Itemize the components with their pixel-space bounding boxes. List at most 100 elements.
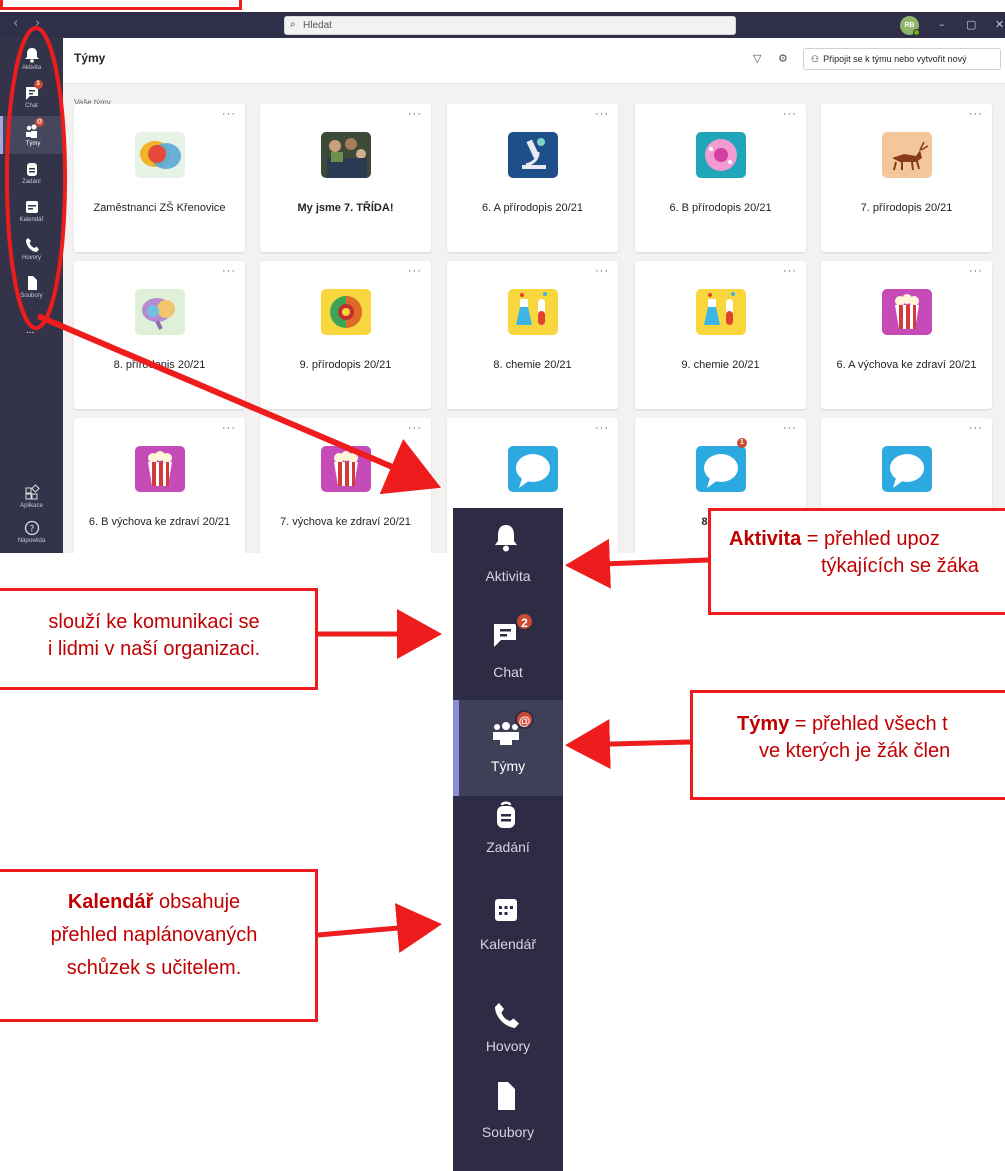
team-card[interactable]: ··· 7. výchova ke zdraví 20/21 xyxy=(260,418,431,553)
more-options-icon[interactable]: ··· xyxy=(969,422,983,434)
bell-icon xyxy=(22,46,42,64)
more-options-icon[interactable]: ··· xyxy=(222,265,236,277)
app-rail: Aktivita 3 Chat @ Týmy Zadání Kalendář H… xyxy=(0,38,63,553)
rail-item-chat[interactable]: 3 Chat xyxy=(0,78,63,116)
popcorn-icon xyxy=(135,446,185,492)
forward-arrow-icon[interactable]: › xyxy=(35,16,40,31)
minimize-button[interactable]: – xyxy=(939,18,945,31)
speech-bubble-icon xyxy=(696,446,746,492)
callout-chat-line2: i lidmi v naší organizaci. xyxy=(47,638,261,660)
search-input[interactable]: ⌕ Hledat xyxy=(284,16,736,35)
team-card[interactable]: ··· 7. přírodopis 20/21 xyxy=(821,104,992,252)
more-options-icon[interactable]: ··· xyxy=(595,265,609,277)
team-card[interactable]: ··· 9. chemie 20/21 xyxy=(635,261,806,409)
callout-tymy-line2: ve kterých je žák člen xyxy=(759,740,951,762)
more-options-icon[interactable]: ··· xyxy=(783,265,797,277)
zoom-item-soubory[interactable]: Soubory xyxy=(453,1070,563,1166)
brain-icon xyxy=(135,289,185,335)
back-arrow-icon[interactable]: ‹ xyxy=(13,16,18,31)
callout-kalendar-bold: Kalendář xyxy=(67,891,154,913)
chat-icon: 3 xyxy=(22,80,43,102)
callout-kalendar: Kalendář obsahuje přehled naplánovaných … xyxy=(0,869,318,1022)
more-options-icon[interactable]: ··· xyxy=(408,108,422,120)
status-dot xyxy=(913,29,920,36)
cave-painting-icon xyxy=(882,132,932,178)
team-card[interactable]: ··· Zaměstnanci ZŠ Křenovice xyxy=(74,104,245,252)
more-options-icon[interactable]: ··· xyxy=(969,108,983,120)
rail-label: Kalendář xyxy=(19,217,44,223)
team-card[interactable]: ··· My jsme 7. TŘÍDA! xyxy=(260,104,431,252)
rail-item-aktivita[interactable]: Aktivita xyxy=(0,40,63,78)
more-options-icon[interactable]: ··· xyxy=(222,422,236,434)
callout-aktivita-text: = přehled upoz xyxy=(801,528,940,550)
speech-bubble-icon xyxy=(882,446,932,492)
rail-label: Hovory xyxy=(21,255,41,261)
rail-item-zadani[interactable]: Zadání xyxy=(0,154,63,192)
maximize-button[interactable]: ▢ xyxy=(966,18,976,31)
speech-bubbles-icon xyxy=(135,132,185,178)
zoom-item-kalendar[interactable]: Kalendář xyxy=(453,892,563,988)
rail-label: Nápověda xyxy=(17,538,46,544)
more-options-icon[interactable]: ··· xyxy=(783,422,797,434)
calendar-icon xyxy=(22,198,42,216)
annotation-frame-top xyxy=(0,0,242,10)
arrow-tymy xyxy=(565,719,691,770)
callout-kalendar-text: obsahuje xyxy=(153,891,241,913)
callout-aktivita-bold: Aktivita xyxy=(729,528,802,550)
more-options-icon[interactable]: ··· xyxy=(595,422,609,434)
rail-item-aplikace[interactable]: Aplikace xyxy=(0,478,63,516)
callout-kalendar-line2: přehled naplánovaných xyxy=(50,924,258,946)
zoom-item-tymy[interactable]: @ Týmy xyxy=(453,700,563,796)
title-bar: ‹ › ⌕ Hledat RB – ▢ ✕ xyxy=(0,12,1005,38)
rail-item-tymy[interactable]: @ Týmy xyxy=(0,116,63,154)
svg-text:?: ? xyxy=(29,525,34,535)
backpack-icon xyxy=(497,801,515,828)
rail-item-napoveda[interactable]: ? Nápověda xyxy=(0,513,63,551)
join-or-create-team-button[interactable]: ⚇ Připojit se k týmu nebo vytvořit nový xyxy=(803,48,1001,70)
more-options-icon[interactable]: ··· xyxy=(408,422,422,434)
file-icon xyxy=(498,1082,515,1110)
team-name: Zaměstnanci ZŠ Křenovice xyxy=(93,202,226,214)
more-options-icon[interactable]: ··· xyxy=(408,265,422,277)
teams-mention-badge: @ xyxy=(35,118,44,127)
callout-tymy-text: = přehled všech t xyxy=(789,713,948,735)
team-name: 7. přírodopis 20/21 xyxy=(860,202,953,214)
avatar[interactable]: RB xyxy=(900,16,920,36)
zoom-label: Hovory xyxy=(485,1038,531,1054)
filter-icon[interactable]: ▽ xyxy=(753,52,761,65)
zoom-item-aktivita[interactable]: Aktivita xyxy=(453,508,563,604)
team-card[interactable]: ··· 6. B výchova ke zdraví 20/21 xyxy=(74,418,245,553)
earth-layers-icon xyxy=(321,289,371,335)
more-apps-icon[interactable]: ... xyxy=(26,325,34,336)
flasks-icon xyxy=(696,289,746,335)
more-options-icon[interactable]: ··· xyxy=(969,265,983,277)
join-team-icon: ⚇ xyxy=(811,55,820,65)
more-options-icon[interactable]: ··· xyxy=(595,108,609,120)
rail-label: Chat xyxy=(25,103,38,109)
team-card[interactable]: ··· 6. A přírodopis 20/21 xyxy=(447,104,618,252)
team-card[interactable]: ··· 6. B přírodopis 20/21 xyxy=(635,104,806,252)
rail-item-kalendar[interactable]: Kalendář xyxy=(0,192,63,230)
callout-aktivita-line2: týkajících se žáka xyxy=(821,555,979,577)
arrow-aktivita xyxy=(565,538,709,589)
more-options-icon[interactable]: ··· xyxy=(783,108,797,120)
gear-icon[interactable]: ⚙ xyxy=(778,52,788,65)
team-card[interactable]: ··· 6. A výchova ke zdraví 20/21 xyxy=(821,261,992,409)
zoom-label: Kalendář xyxy=(479,936,537,952)
zoom-item-zadani[interactable]: Zadání xyxy=(453,796,563,892)
callout-chat-line1: slouží ke komunikaci se xyxy=(48,611,260,633)
more-options-icon[interactable]: ··· xyxy=(222,108,236,120)
avatar-initials: RB xyxy=(904,22,915,29)
team-card[interactable]: ··· 8. přírodopis 20/21 xyxy=(74,261,245,409)
team-card[interactable]: ··· 8. chemie 20/21 xyxy=(447,261,618,409)
zoom-item-chat[interactable]: 2 Chat xyxy=(453,604,563,700)
backpack-icon xyxy=(22,160,42,178)
team-name: 9. chemie 20/21 xyxy=(681,359,760,371)
team-card[interactable]: ··· 9. přírodopis 20/21 xyxy=(260,261,431,409)
close-button[interactable]: ✕ xyxy=(995,18,1004,31)
rail-item-soubory[interactable]: Soubory xyxy=(0,268,63,306)
callout-chat: slouží ke komunikaci se i lidmi v naší o… xyxy=(0,588,318,690)
rail-item-hovory[interactable]: Hovory xyxy=(0,230,63,268)
callout-kalendar-line3: schůzek s učitelem. xyxy=(66,957,242,979)
chat-badge: 2 xyxy=(515,612,534,631)
